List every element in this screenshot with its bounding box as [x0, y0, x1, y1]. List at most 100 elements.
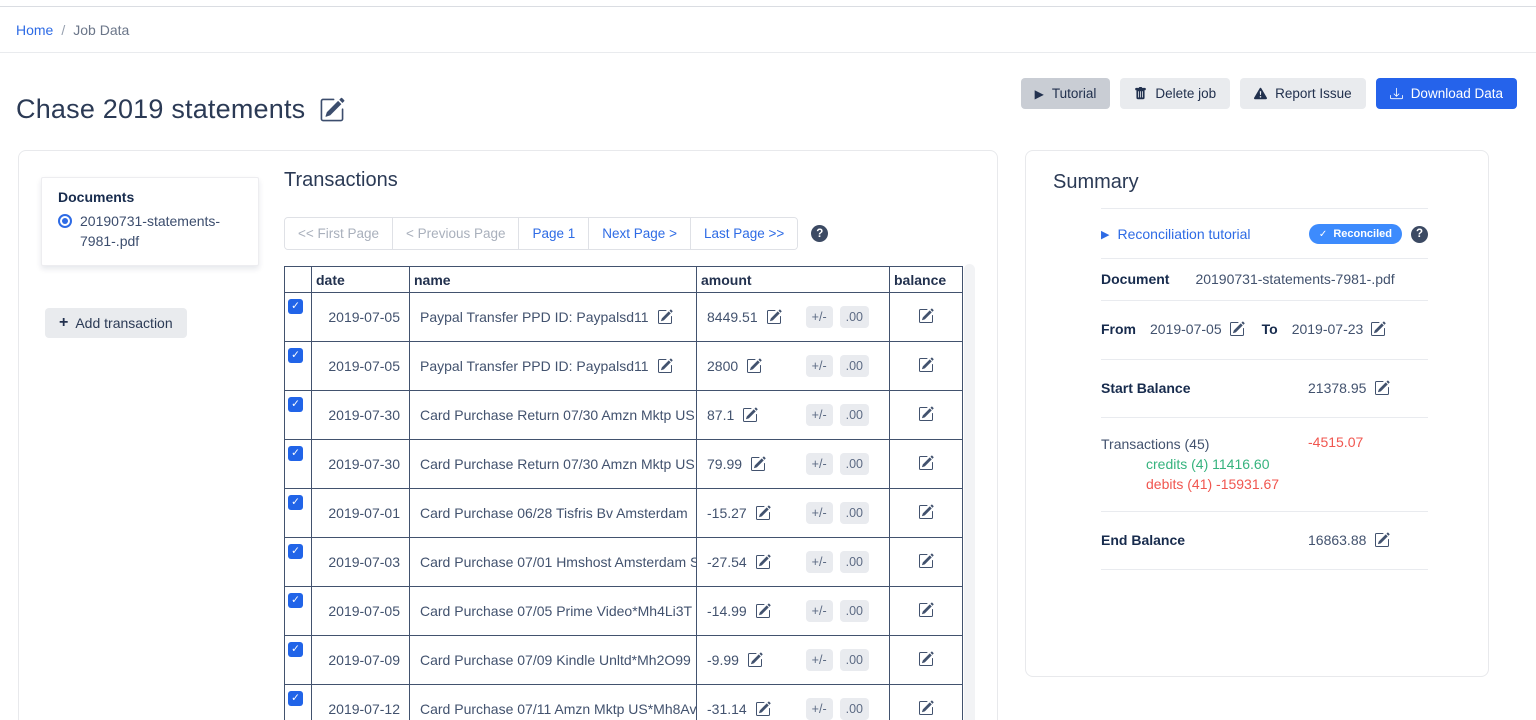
toggle-sign-button[interactable]: +/- [806, 600, 833, 622]
row-checkbox[interactable]: ✓ [288, 544, 303, 559]
add-cents-button[interactable]: .00 [840, 698, 869, 720]
toggle-sign-button[interactable]: +/- [806, 306, 833, 328]
transactions-section: Transactions << First Page < Previous Pa… [284, 169, 984, 192]
toggle-sign-button[interactable]: +/- [806, 551, 833, 573]
table-header-row: date name amount balance [285, 267, 963, 293]
edit-amount-icon[interactable] [766, 309, 782, 325]
row-checkbox[interactable]: ✓ [288, 299, 303, 314]
transaction-amount: 79.99 [707, 456, 742, 472]
reconciliation-tutorial-link[interactable]: ▶ Reconciliation tutorial [1101, 226, 1251, 242]
edit-amount-icon[interactable] [755, 554, 771, 570]
document-list-item[interactable]: 20190731-statements-7981-.pdf [58, 211, 246, 251]
add-cents-button[interactable]: .00 [840, 453, 869, 475]
summary-card: Summary ▶ Reconciliation tutorial ✓ Reco… [1025, 150, 1489, 677]
pagination-row: << First Page < Previous Page Page 1 Nex… [284, 217, 828, 250]
page-title: Chase 2019 statements [16, 94, 305, 125]
transaction-date: 2019-07-05 [312, 342, 410, 391]
next-page-button[interactable]: Next Page > [588, 218, 690, 249]
add-cents-button[interactable]: .00 [840, 404, 869, 426]
edit-amount-icon[interactable] [755, 603, 771, 619]
download-data-label: Download Data [1411, 86, 1503, 101]
add-cents-button[interactable]: .00 [840, 502, 869, 524]
edit-balance-icon[interactable] [918, 455, 934, 471]
checkmark-icon: ✓ [291, 301, 300, 312]
row-select-cell: ✓ [285, 293, 312, 342]
report-issue-button[interactable]: Report Issue [1240, 78, 1366, 109]
row-checkbox[interactable]: ✓ [288, 446, 303, 461]
edit-start-balance-icon[interactable] [1374, 380, 1390, 396]
add-cents-button[interactable]: .00 [840, 649, 869, 671]
download-data-button[interactable]: Download Data [1376, 78, 1517, 109]
edit-balance-icon[interactable] [918, 406, 934, 422]
checkmark-icon: ✓ [291, 399, 300, 410]
add-cents-button[interactable]: .00 [840, 306, 869, 328]
edit-title-icon[interactable] [319, 97, 345, 123]
transaction-balance-cell [890, 440, 963, 489]
edit-balance-icon[interactable] [918, 651, 934, 667]
edit-amount-icon[interactable] [746, 358, 762, 374]
previous-page-button[interactable]: < Previous Page [392, 218, 518, 249]
checkmark-icon: ✓ [291, 350, 300, 361]
edit-balance-icon[interactable] [918, 308, 934, 324]
delete-job-button[interactable]: Delete job [1120, 78, 1230, 109]
transaction-name: Card Purchase Return 07/30 Amzn Mktp US [420, 456, 695, 472]
edit-balance-icon[interactable] [918, 504, 934, 520]
edit-to-date-icon[interactable] [1370, 321, 1386, 337]
table-scrollbar[interactable] [964, 264, 975, 720]
row-checkbox[interactable]: ✓ [288, 691, 303, 706]
edit-amount-icon[interactable] [750, 456, 766, 472]
toggle-sign-button[interactable]: +/- [806, 698, 833, 720]
edit-amount-icon[interactable] [755, 701, 771, 717]
reconciliation-help-icon[interactable]: ? [1411, 226, 1428, 243]
transaction-amount-cell: -9.99+/-.00 [697, 636, 890, 685]
row-checkbox[interactable]: ✓ [288, 495, 303, 510]
start-balance-row: Start Balance 21378.95 [1101, 359, 1428, 417]
table-row: ✓ 2019-07-12 Card Purchase 07/11 Amzn Mk… [285, 685, 963, 720]
edit-amount-icon[interactable] [742, 407, 758, 423]
row-checkbox[interactable]: ✓ [288, 593, 303, 608]
edit-name-icon[interactable] [657, 309, 673, 325]
transaction-name: Paypal Transfer PPD ID: Paypalsd11 [420, 309, 649, 325]
last-page-button[interactable]: Last Page >> [690, 218, 797, 249]
row-checkbox[interactable]: ✓ [288, 348, 303, 363]
transaction-amount: -14.99 [707, 603, 747, 619]
add-cents-button[interactable]: .00 [840, 551, 869, 573]
toggle-sign-button[interactable]: +/- [806, 649, 833, 671]
documents-label: Documents [58, 189, 246, 205]
edit-balance-icon[interactable] [918, 357, 934, 373]
row-checkbox[interactable]: ✓ [288, 642, 303, 657]
edit-balance-icon[interactable] [918, 602, 934, 618]
transaction-date: 2019-07-09 [312, 636, 410, 685]
edit-balance-icon[interactable] [918, 700, 934, 716]
add-cents-button[interactable]: .00 [840, 355, 869, 377]
breadcrumb-home-link[interactable]: Home [16, 22, 53, 38]
transaction-balance-cell [890, 342, 963, 391]
row-checkbox[interactable]: ✓ [288, 397, 303, 412]
transaction-balance-cell [890, 685, 963, 720]
checkmark-icon: ✓ [291, 546, 300, 557]
add-transaction-button[interactable]: + Add transaction [45, 308, 187, 338]
summary-dates-row: From 2019-07-05 To 2019-07-23 [1101, 300, 1428, 359]
transaction-balance-cell [890, 391, 963, 440]
edit-amount-icon[interactable] [747, 652, 763, 668]
first-page-button[interactable]: << First Page [285, 218, 392, 249]
current-page-button[interactable]: Page 1 [518, 218, 588, 249]
toggle-sign-button[interactable]: +/- [806, 502, 833, 524]
checkmark-icon: ✓ [291, 644, 300, 655]
edit-from-date-icon[interactable] [1229, 321, 1245, 337]
transactions-help-icon[interactable]: ? [811, 225, 828, 242]
edit-end-balance-icon[interactable] [1374, 532, 1390, 548]
credits-summary: credits (4) 11416.60 [1101, 456, 1269, 472]
add-cents-button[interactable]: .00 [840, 600, 869, 622]
radio-selected-icon[interactable] [58, 214, 72, 228]
edit-amount-icon[interactable] [755, 505, 771, 521]
row-select-cell: ✓ [285, 538, 312, 587]
edit-name-icon[interactable] [657, 358, 673, 374]
toggle-sign-button[interactable]: +/- [806, 404, 833, 426]
tutorial-button[interactable]: ▶ Tutorial [1021, 78, 1111, 109]
start-balance-label: Start Balance [1101, 380, 1308, 396]
edit-balance-icon[interactable] [918, 553, 934, 569]
toggle-sign-button[interactable]: +/- [806, 453, 833, 475]
transaction-amount-cell: 79.99 +/- .00 [697, 440, 890, 489]
toggle-sign-button[interactable]: +/- [806, 355, 833, 377]
